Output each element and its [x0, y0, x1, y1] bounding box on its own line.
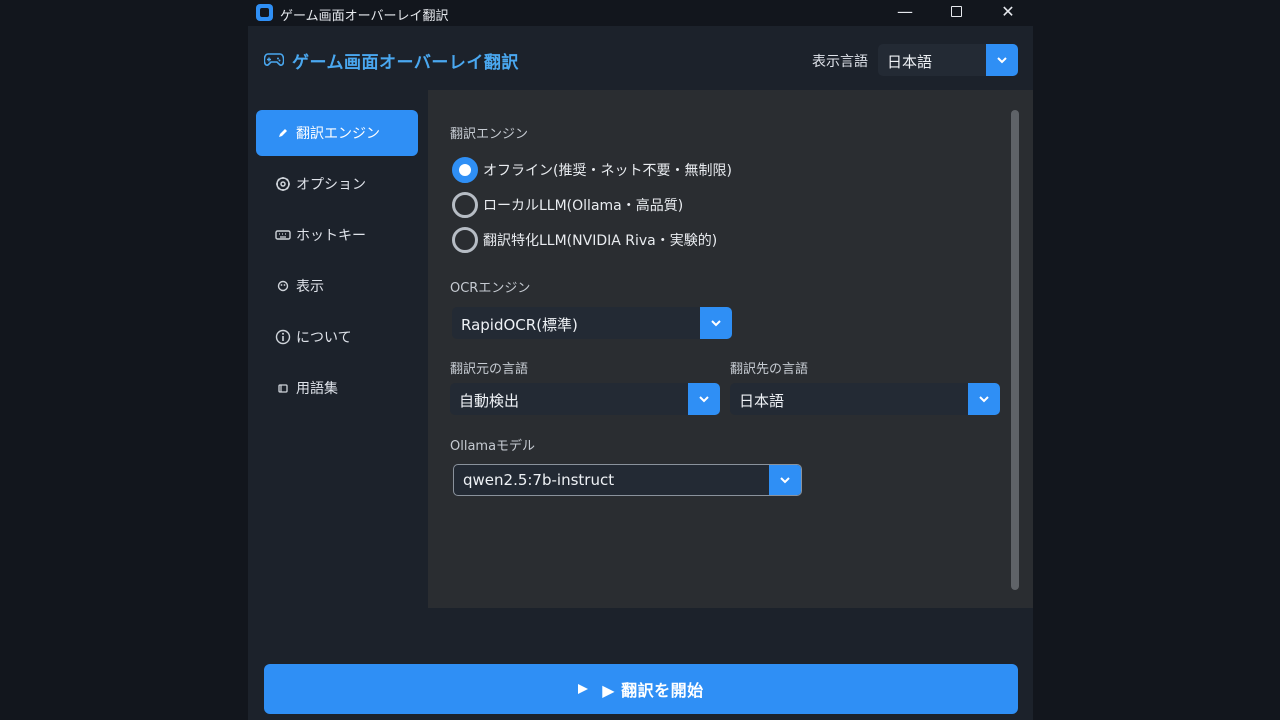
ocr-engine-dropdown-button[interactable] — [700, 307, 732, 339]
ocr-engine-value: RapidOCR(標準) — [461, 316, 578, 334]
sidebar-item-options[interactable]: オプション — [256, 161, 418, 207]
sidebar-item-about[interactable]: について — [256, 314, 418, 360]
radio-button-checked[interactable] — [452, 157, 478, 183]
engine-option-translation-llm[interactable]: 翻訳特化LLM(NVIDIA Riva・実験的) — [452, 227, 717, 253]
source-language-label: 翻訳元の言語 — [450, 362, 529, 377]
keyboard-icon — [274, 226, 292, 244]
source-language-dropdown-button[interactable] — [688, 383, 720, 415]
engine-option-label: オフライン(推奨・ネット不要・無制限) — [483, 163, 732, 179]
settings-panel: 翻訳エンジン オフライン(推奨・ネット不要・無制限) ローカルLLM(Ollam… — [428, 90, 1033, 608]
radio-button[interactable] — [452, 227, 478, 253]
book-icon — [274, 379, 292, 397]
play-icon — [578, 684, 589, 694]
chevron-down-icon — [997, 57, 1007, 64]
ollama-model-dropdown-button[interactable] — [769, 465, 801, 495]
ollama-model-value[interactable]: qwen2.5:7b-instruct — [463, 471, 614, 489]
ollama-model-label: Ollamaモデル — [450, 439, 536, 454]
panel-scrollbar[interactable] — [1011, 110, 1019, 590]
pencil-icon — [274, 124, 292, 142]
info-icon — [274, 328, 292, 346]
close-button[interactable]: ✕ — [983, 0, 1033, 26]
sidebar-item-glossary[interactable]: 用語集 — [256, 365, 418, 411]
maximize-icon — [950, 5, 962, 17]
sidebar-item-display[interactable]: 表示 — [256, 263, 418, 309]
chevron-down-icon — [711, 320, 721, 327]
target-language-value: 日本語 — [739, 392, 785, 410]
target-language-select[interactable]: 日本語 — [730, 383, 1000, 415]
sidebar-item-hotkeys[interactable]: ホットキー — [256, 212, 418, 258]
app-header: ゲーム画面オーバーレイ翻訳 表示言語 日本語 — [248, 26, 1033, 90]
app-icon — [256, 4, 273, 21]
radio-button[interactable] — [452, 192, 478, 218]
sidebar-item-label: 表示 — [296, 279, 324, 295]
chevron-down-icon — [699, 396, 709, 403]
title-bar: ゲーム画面オーバーレイ翻訳 — ✕ — [248, 0, 1033, 26]
ollama-model-select[interactable]: qwen2.5:7b-instruct — [453, 464, 802, 496]
engine-option-label: ローカルLLM(Ollama・高品質) — [483, 198, 684, 214]
target-language-label: 翻訳先の言語 — [730, 362, 809, 377]
target-language-dropdown-button[interactable] — [968, 383, 1000, 415]
engine-option-local-llm[interactable]: ローカルLLM(Ollama・高品質) — [452, 192, 683, 218]
sidebar: 翻訳エンジン オプション ホットキー 表示 について 用語集 — [248, 90, 428, 610]
maximize-button[interactable] — [931, 0, 981, 26]
footer: ▶ 翻訳を開始 — [248, 608, 1033, 720]
sidebar-item-translation-engine[interactable]: 翻訳エンジン — [256, 110, 418, 156]
page-title: ゲーム画面オーバーレイ翻訳 — [292, 53, 519, 73]
source-language-value: 自動検出 — [459, 392, 520, 410]
display-language-value: 日本語 — [887, 53, 933, 71]
chevron-down-icon — [979, 396, 989, 403]
minimize-icon: — — [897, 2, 913, 21]
ocr-section-label: OCRエンジン — [450, 281, 531, 296]
gear-icon — [274, 175, 292, 193]
engine-section-label: 翻訳エンジン — [450, 127, 529, 142]
sidebar-item-label: 翻訳エンジン — [296, 126, 380, 142]
display-language-select[interactable]: 日本語 — [878, 44, 1018, 76]
close-icon: ✕ — [1001, 2, 1015, 21]
minimize-button[interactable]: — — [880, 0, 930, 26]
palette-icon — [274, 277, 292, 295]
sidebar-item-label: ホットキー — [296, 228, 366, 244]
start-translation-label: ▶ 翻訳を開始 — [602, 681, 704, 700]
sidebar-item-label: について — [296, 330, 352, 346]
ocr-engine-select[interactable]: RapidOCR(標準) — [452, 307, 732, 339]
chevron-down-icon — [780, 477, 790, 484]
sidebar-item-label: オプション — [296, 177, 366, 193]
app-window: ゲーム画面オーバーレイ翻訳 — ✕ ゲーム画面オーバーレイ翻訳 表示言語 日本語… — [248, 0, 1033, 720]
source-language-select[interactable]: 自動検出 — [450, 383, 720, 415]
sidebar-item-label: 用語集 — [296, 381, 338, 397]
display-language-dropdown-button[interactable] — [986, 44, 1018, 76]
display-language-label: 表示言語 — [812, 54, 868, 70]
engine-option-offline[interactable]: オフライン(推奨・ネット不要・無制限) — [452, 157, 732, 183]
start-translation-button[interactable]: ▶ 翻訳を開始 — [264, 664, 1018, 714]
window-title: ゲーム画面オーバーレイ翻訳 — [280, 9, 449, 24]
gamepad-icon — [264, 53, 284, 66]
engine-option-label: 翻訳特化LLM(NVIDIA Riva・実験的) — [483, 233, 718, 249]
